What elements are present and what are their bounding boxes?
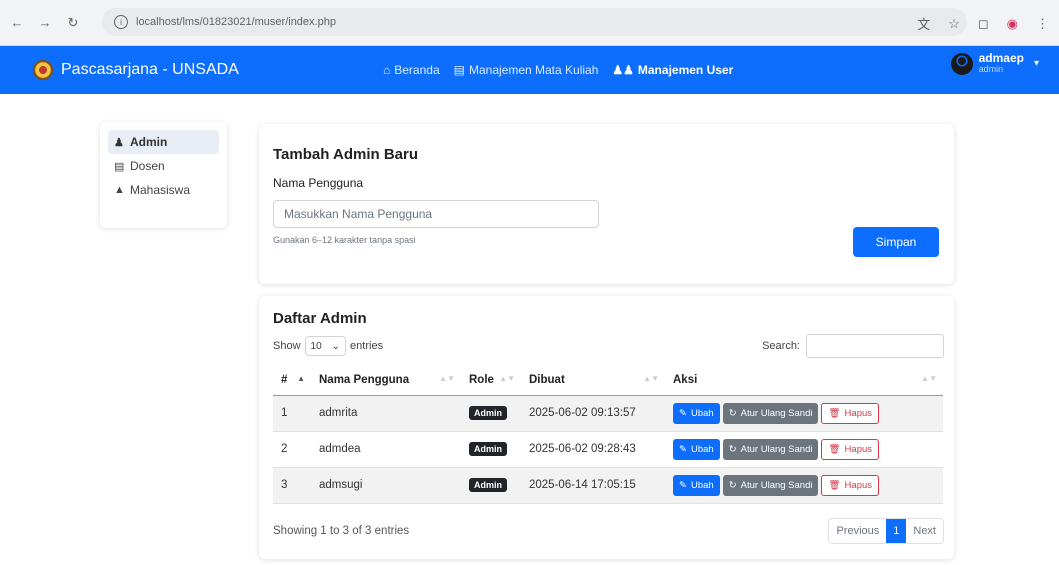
previous-page-button[interactable]: Previous: [829, 519, 886, 543]
reset-password-button[interactable]: ↻ Atur Ulang Sandi: [722, 474, 819, 496]
username-label: Nama Pengguna: [273, 176, 364, 190]
reset-password-button[interactable]: ↻ Atur Ulang Sandi: [722, 402, 819, 424]
pagination: Previous 1 Next: [828, 517, 944, 544]
sidebar: ♟ Admin ▤ Dosen ▲ Mahasiswa: [100, 122, 227, 228]
delete-button[interactable]: 🗑 Hapus: [821, 438, 880, 460]
admin-list-card: Daftar Admin Show 10 ⌄ entries Search: #…: [259, 296, 954, 559]
chevron-down-icon: ▾: [1033, 58, 1039, 70]
book-icon: ▤: [453, 63, 465, 77]
profile-icon[interactable]: ◉: [1007, 16, 1018, 32]
created-cell: 2025-06-02 09:28:43: [521, 431, 665, 468]
add-admin-card: Tambah Admin Baru Nama Pengguna Gunakan …: [259, 124, 954, 284]
username-cell: admrita: [311, 395, 461, 432]
brand[interactable]: Pascasarjana - UNSADA: [0, 60, 239, 80]
edit-icon: ✎: [679, 443, 687, 455]
sidebar-item-dosen[interactable]: ▤ Dosen: [108, 154, 219, 178]
admin-table: # ▲ Nama Pengguna ▲▼ Role ▲▼ Dibuat ▲▼ Aksi ▲…: [273, 365, 943, 504]
column-header-role[interactable]: Role ▲▼: [461, 365, 521, 396]
info-icon[interactable]: i: [114, 15, 128, 29]
nav-manajemen-user[interactable]: ♟♟ Manajemen User: [612, 63, 733, 77]
next-page-button[interactable]: Next: [906, 519, 943, 543]
users-icon: ♟: [114, 136, 124, 149]
university-logo-icon: [33, 60, 53, 80]
trash-icon: 🗑: [828, 443, 841, 455]
column-header-created[interactable]: Dibuat ▲▼: [521, 365, 665, 396]
column-header-no[interactable]: # ▲: [273, 365, 311, 396]
menu-icon[interactable]: ⋮: [1036, 16, 1049, 32]
forward-icon[interactable]: →: [38, 15, 52, 30]
table-row: 1 admrita Admin 2025-06-02 09:13:57 ✎ Uba…: [273, 395, 943, 432]
column-header-actions[interactable]: Aksi ▲▼: [665, 365, 943, 396]
chevron-down-icon: ⌄: [331, 340, 341, 352]
graduation-cap-icon: ▲: [114, 184, 125, 196]
refresh-icon: ↻: [728, 407, 737, 419]
edit-button[interactable]: ✎ Ubah: [673, 438, 720, 460]
page-button-current[interactable]: 1: [886, 518, 907, 543]
username-help-text: Gunakan 6–12 karakter tanpa spasi: [273, 235, 416, 245]
edit-button[interactable]: ✎ Ubah: [673, 402, 720, 424]
role-badge: Admin: [469, 442, 507, 456]
extensions-icon[interactable]: ◻: [978, 16, 989, 32]
column-header-username[interactable]: Nama Pengguna ▲▼: [311, 365, 461, 396]
translate-icon[interactable]: 文: [917, 14, 930, 33]
avatar: [950, 52, 973, 75]
trash-icon: 🗑: [828, 479, 841, 491]
users-icon: ♟♟: [612, 63, 634, 77]
sidebar-item-admin[interactable]: ♟ Admin: [108, 130, 219, 154]
refresh-icon: ↻: [728, 443, 737, 455]
main-nav: ⌂ Beranda ▤ Manajemen Mata Kuliah ♟♟ Man…: [383, 63, 733, 77]
role-badge: Admin: [469, 406, 507, 420]
entries-length-control: Show 10 ⌄ entries: [273, 336, 383, 356]
entries-select[interactable]: 10 ⌄: [304, 336, 347, 356]
home-icon: ⌂: [383, 63, 391, 77]
back-icon[interactable]: ←: [10, 15, 24, 30]
created-cell: 2025-06-02 09:13:57: [521, 395, 665, 432]
browser-toolbar: ← → ↻ i localhost/lms/01823021/muser/ind…: [0, 0, 1059, 46]
username-cell: admsugi: [311, 467, 461, 504]
nav-manajemen-mata-kuliah[interactable]: ▤ Manajemen Mata Kuliah: [454, 63, 599, 77]
delete-button[interactable]: 🗑 Hapus: [821, 474, 880, 496]
brand-name: Pascasarjana - UNSADA: [61, 61, 239, 78]
admin-list-title: Daftar Admin: [273, 310, 367, 327]
star-icon[interactable]: ☆: [948, 16, 960, 32]
trash-icon: 🗑: [828, 407, 841, 419]
edit-icon: ✎: [679, 479, 687, 491]
nav-beranda[interactable]: ⌂ Beranda: [383, 63, 440, 77]
add-admin-title: Tambah Admin Baru: [273, 146, 419, 163]
username-input[interactable]: [273, 200, 599, 228]
created-cell: 2025-06-14 17:05:15: [521, 467, 665, 504]
edit-button[interactable]: ✎ Ubah: [673, 474, 720, 496]
refresh-icon: ↻: [728, 479, 737, 491]
user-role: admin: [978, 64, 1004, 75]
search-input[interactable]: [806, 334, 944, 358]
role-badge: Admin: [469, 478, 507, 492]
table-info: Showing 1 to 3 of 3 entries: [273, 524, 410, 537]
url-text: localhost/lms/01823021/muser/index.php: [136, 16, 336, 28]
username-cell: admdea: [311, 431, 461, 468]
delete-button[interactable]: 🗑 Hapus: [821, 402, 880, 424]
app-navbar: Pascasarjana - UNSADA ⌂ Beranda ▤ Manaje…: [0, 46, 1059, 94]
user-menu[interactable]: admaep admin ▾: [950, 51, 1039, 75]
edit-icon: ✎: [679, 407, 687, 419]
reload-icon[interactable]: ↻: [66, 15, 80, 31]
id-card-icon: ▤: [114, 160, 125, 173]
address-bar[interactable]: i localhost/lms/01823021/muser/index.php: [102, 8, 967, 36]
reset-password-button[interactable]: ↻ Atur Ulang Sandi: [722, 438, 819, 460]
sidebar-item-mahasiswa[interactable]: ▲ Mahasiswa: [108, 178, 219, 202]
table-row: 3 admsugi Admin 2025-06-14 17:05:15 ✎ Uba…: [273, 467, 943, 504]
search-label: Search:: [762, 340, 800, 352]
table-row: 2 admdea Admin 2025-06-02 09:28:43 ✎ Ubah…: [273, 431, 943, 468]
save-button[interactable]: Simpan: [853, 227, 939, 257]
